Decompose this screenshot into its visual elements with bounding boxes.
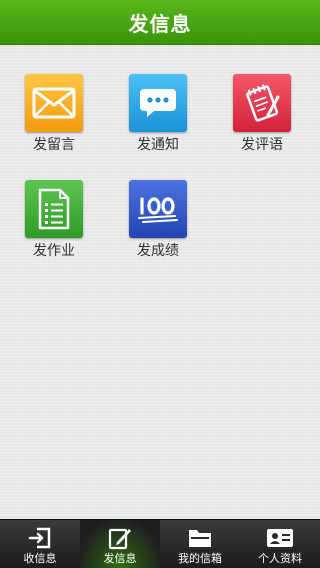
id-card-icon xyxy=(266,526,294,550)
tile-label: 发评语 xyxy=(241,137,283,153)
inbox-arrow-icon xyxy=(26,526,54,550)
folder-icon xyxy=(186,526,214,550)
header-bar: 发信息 xyxy=(0,0,320,44)
tile-homework[interactable]: 发作业 xyxy=(14,180,94,266)
tile-notice[interactable]: 发通知 xyxy=(118,74,198,160)
notepad-pen-icon xyxy=(233,74,291,132)
tile-label: 发通知 xyxy=(137,137,179,153)
tab-label: 收信息 xyxy=(23,552,57,565)
tile-label: 发留言 xyxy=(33,137,75,153)
bottom-tab-bar: 收信息 发信息 我的信箱 个人资料 xyxy=(0,519,320,568)
tab-label: 个人资料 xyxy=(258,552,302,565)
screen: 发信息 发留言 发通知 发评语 发作业 发成绩 收信息 发信息 我的信箱 个人资… xyxy=(0,0,320,568)
tile-leave-message[interactable]: 发留言 xyxy=(14,74,94,160)
tile-label: 发作业 xyxy=(33,243,75,259)
tab-label: 发信息 xyxy=(103,552,137,565)
tab-label: 我的信箱 xyxy=(178,552,222,565)
envelope-icon xyxy=(25,74,83,132)
tab-inbox[interactable]: 收信息 xyxy=(0,520,80,568)
tab-my-mailbox[interactable]: 我的信箱 xyxy=(160,520,240,568)
page-title: 发信息 xyxy=(128,11,192,36)
tile-grades[interactable]: 发成绩 xyxy=(118,180,198,266)
chat-bubble-icon xyxy=(129,74,187,132)
document-list-icon xyxy=(25,180,83,238)
score-100-icon xyxy=(129,180,187,238)
tile-comment[interactable]: 发评语 xyxy=(222,74,302,160)
tile-label: 发成绩 xyxy=(137,243,179,259)
edit-pen-icon xyxy=(106,526,134,550)
tab-profile[interactable]: 个人资料 xyxy=(240,520,320,568)
tab-send-message[interactable]: 发信息 xyxy=(80,520,160,568)
